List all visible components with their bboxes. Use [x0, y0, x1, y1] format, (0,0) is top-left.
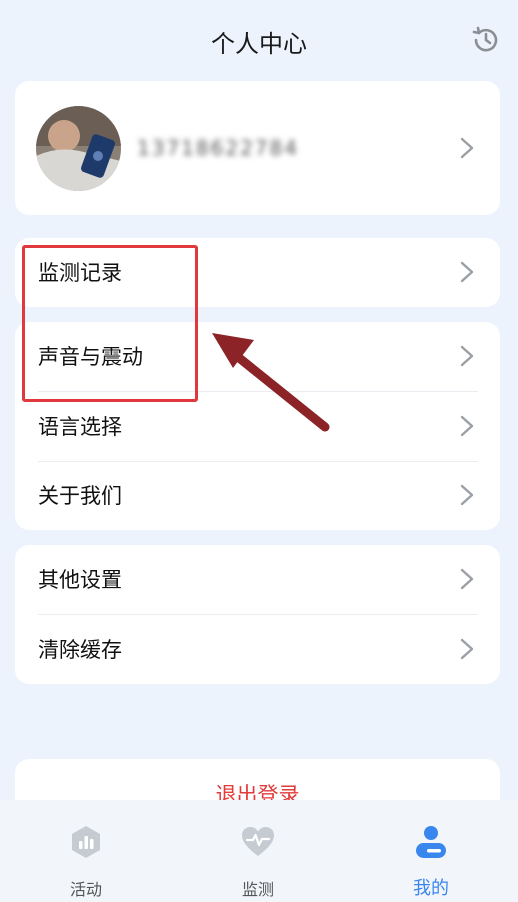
tab-monitor[interactable]: 监测 — [172, 800, 344, 902]
menu-item-language[interactable]: 语言选择 — [15, 392, 500, 461]
phone-number: 13718622784 — [137, 136, 299, 160]
tab-label: 我的 — [413, 878, 449, 899]
tab-bar: 活动 监测 我的 — [0, 800, 518, 902]
chevron-right-icon — [460, 484, 474, 506]
activity-icon — [72, 826, 100, 858]
menu-item-label: 关于我们 — [38, 484, 122, 508]
chevron-right-icon — [460, 261, 474, 283]
chevron-right-icon — [460, 137, 474, 159]
menu-item-label: 语言选择 — [38, 415, 122, 439]
chevron-right-icon — [460, 638, 474, 660]
tab-label: 监测 — [241, 880, 274, 899]
menu-group-3: 其他设置 清除缓存 — [15, 545, 500, 684]
menu-item-label: 清除缓存 — [38, 638, 122, 662]
avatar[interactable] — [36, 106, 121, 191]
header: 个人中心 — [0, 0, 518, 80]
history-icon[interactable] — [470, 24, 502, 56]
menu-item-clear-cache[interactable]: 清除缓存 — [15, 615, 500, 684]
highlight-box — [22, 245, 198, 402]
menu-item-label: 其他设置 — [38, 568, 122, 592]
chevron-right-icon — [460, 568, 474, 590]
tab-activity[interactable]: 活动 — [0, 800, 172, 902]
menu-item-other-settings[interactable]: 其他设置 — [15, 545, 500, 614]
profile-card[interactable]: 13718622784 — [15, 81, 500, 215]
heart-monitor-icon — [242, 827, 274, 856]
page-title: 个人中心 — [211, 30, 307, 58]
menu-item-about-us[interactable]: 关于我们 — [15, 461, 500, 530]
chevron-right-icon — [460, 415, 474, 437]
tab-label: 活动 — [69, 880, 102, 899]
tab-mine[interactable]: 我的 — [345, 800, 517, 902]
chevron-right-icon — [460, 345, 474, 367]
profile-icon — [416, 826, 446, 858]
